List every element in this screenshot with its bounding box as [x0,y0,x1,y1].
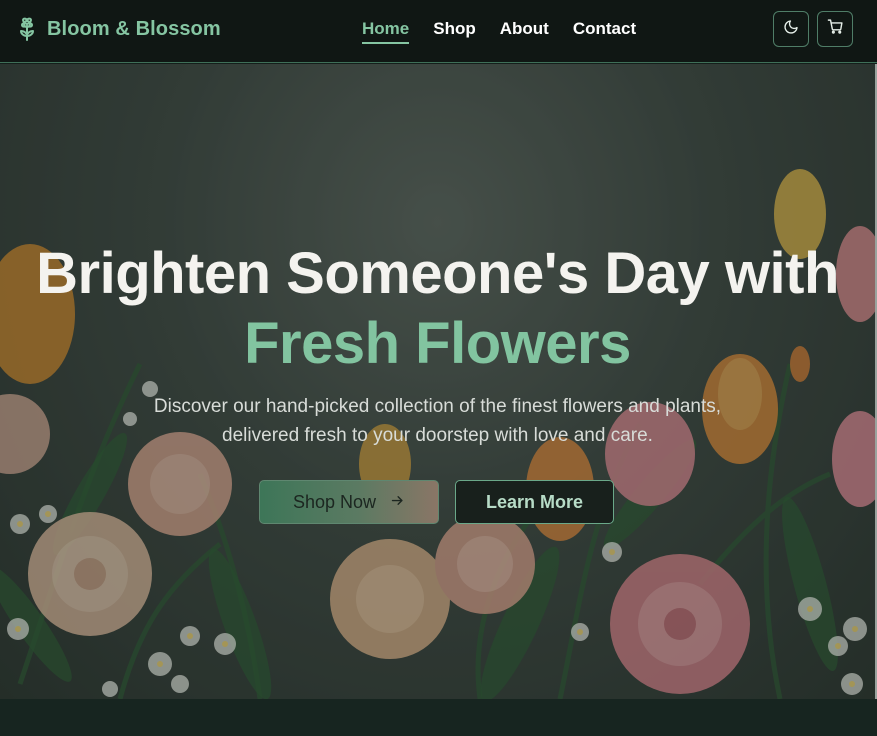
hero-title-line1: Brighten Someone's Day with [36,241,839,306]
learn-more-button[interactable]: Learn More [455,480,614,524]
next-section [0,699,877,736]
theme-toggle-button[interactable] [773,11,809,47]
shop-now-button[interactable]: Shop Now [259,480,439,524]
shop-now-label: Shop Now [292,491,377,512]
nav-about[interactable]: About [500,19,549,44]
site-header: Bloom & Blossom Home Shop About Contact [0,0,877,63]
flower-icon [16,16,38,42]
learn-more-label: Learn More [485,491,584,512]
hero-subtitle: Discover our hand-picked collection of t… [153,396,722,446]
arrow-right-icon [390,492,405,513]
nav-home[interactable]: Home [362,19,410,44]
brand-name: Bloom & Blossom [47,17,221,40]
hero-title: Brighten Someone's Day with Fresh Flower… [0,239,875,379]
cart-icon [827,18,844,40]
brand-logo[interactable]: Bloom & Blossom [16,16,221,42]
moon-icon [783,19,799,40]
hero-title-accent: Fresh Flowers [244,311,631,376]
hero-overlay [0,64,875,699]
cart-button[interactable] [817,11,853,47]
main-nav: Home Shop About Contact [362,19,636,44]
nav-shop[interactable]: Shop [433,19,476,44]
hero-section: Brighten Someone's Day with Fresh Flower… [0,64,875,699]
nav-contact[interactable]: Contact [573,19,636,44]
